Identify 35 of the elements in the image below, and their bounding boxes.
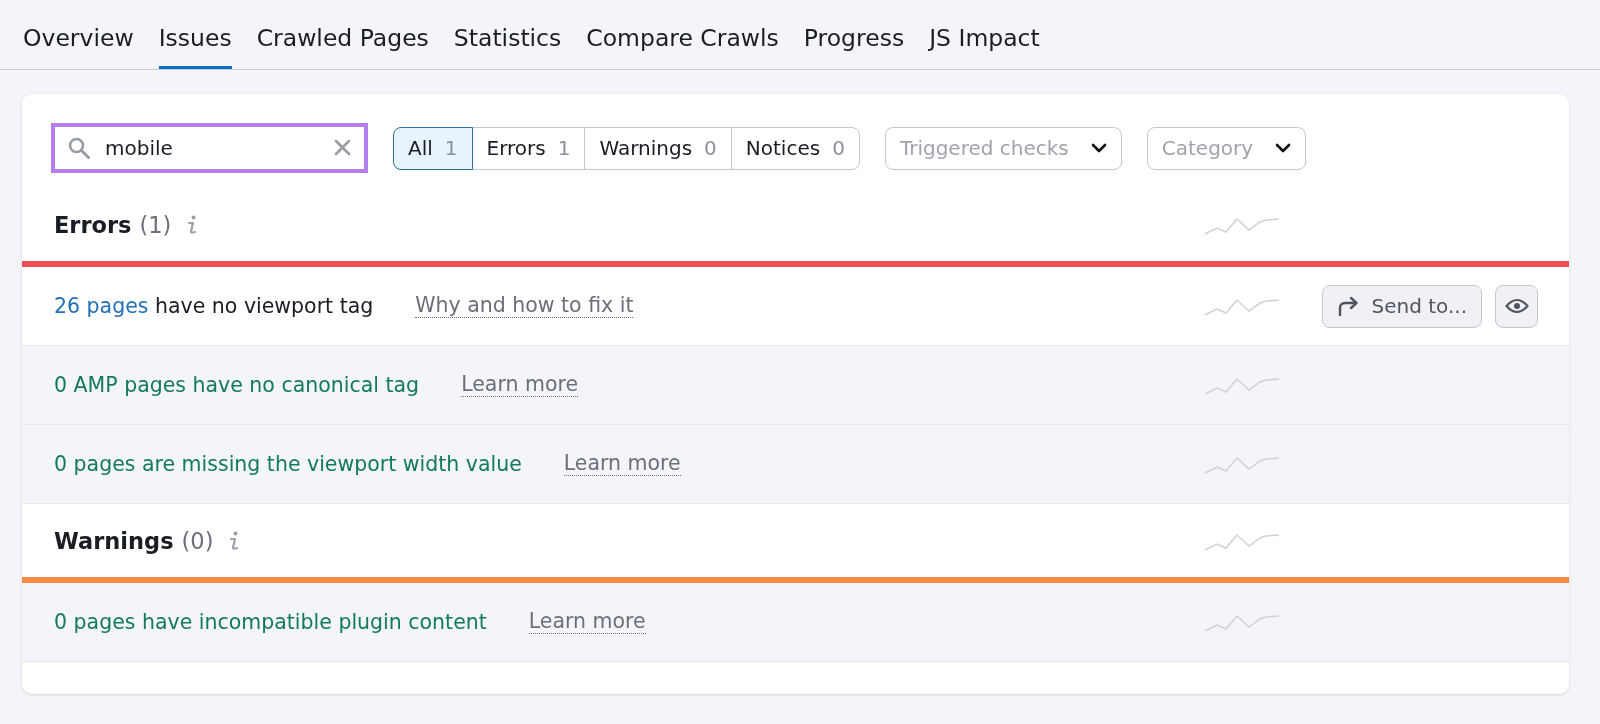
tab[interactable]: JS Impact xyxy=(929,0,1040,69)
curved-arrow-icon xyxy=(1337,296,1360,316)
issue-text: 0 pages have incompatible plugin content xyxy=(54,610,487,634)
filter-button[interactable]: Warnings 0 xyxy=(584,126,732,170)
tab[interactable]: Statistics xyxy=(453,0,562,69)
tab[interactable]: Progress xyxy=(803,0,905,69)
info-icon[interactable] xyxy=(229,530,240,551)
section-count: (0) xyxy=(181,527,214,554)
section-count: (1) xyxy=(139,211,172,238)
help-link[interactable]: Learn more xyxy=(528,609,646,635)
section-title: Warnings xyxy=(54,527,174,554)
filter-button[interactable]: Errors 1 xyxy=(471,126,586,170)
info-icon[interactable] xyxy=(187,214,198,235)
help-link[interactable]: Learn more xyxy=(461,372,579,398)
filter-button[interactable]: All 1 xyxy=(393,126,473,170)
chevron-down-icon xyxy=(1090,143,1107,153)
issue-text: 0 AMP pages have no canonical tag xyxy=(54,373,420,397)
eye-icon xyxy=(1504,298,1529,314)
eye-button[interactable] xyxy=(1495,284,1538,328)
clear-icon[interactable] xyxy=(334,139,351,156)
tab[interactable]: Issues xyxy=(158,0,232,69)
help-link[interactable]: Why and how to fix it xyxy=(415,293,634,319)
chevron-down-icon xyxy=(1275,143,1292,153)
issue-text: 26 pages have no viewport tag xyxy=(54,294,374,318)
tab[interactable]: Crawled Pages xyxy=(256,0,429,69)
pages-link[interactable]: 26 pages xyxy=(54,294,149,318)
tab[interactable]: Overview xyxy=(23,0,134,69)
search-icon xyxy=(68,137,90,159)
send-to-button[interactable]: Send to... xyxy=(1322,284,1482,328)
filter-button[interactable]: Notices 0 xyxy=(730,126,860,170)
issue-text: 0 pages are missing the viewport width value xyxy=(54,452,522,476)
section-title: Errors xyxy=(54,211,132,238)
tab[interactable]: Compare Crawls xyxy=(586,0,779,69)
search-field[interactable]: mobile xyxy=(51,123,368,173)
help-link[interactable]: Learn more xyxy=(563,451,681,477)
